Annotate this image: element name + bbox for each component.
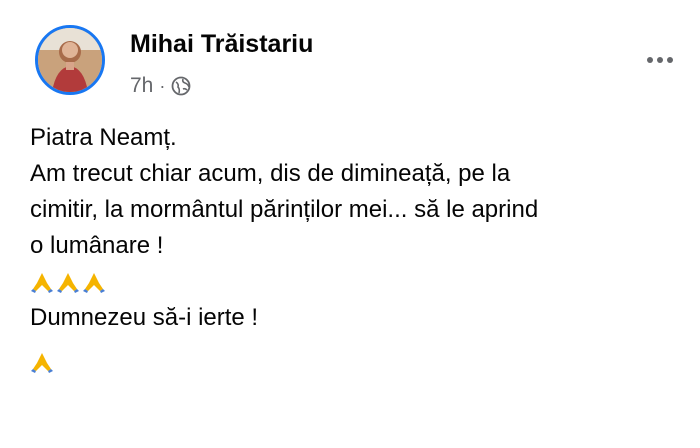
post-meta: 7h · [130,74,191,98]
post-time[interactable]: 7h [130,74,153,98]
post-line: Piatra Neamț. [30,124,177,151]
globe-icon[interactable] [171,76,191,96]
emoji-row [30,264,680,300]
emoji-row [30,344,680,380]
praying-hands-emoji [31,273,53,293]
meta-separator: · [159,75,166,96]
avatar-image [38,28,102,92]
post-line: Am trecut chiar acum, dis de dimineață, … [30,160,511,187]
praying-hands-emoji [83,273,105,293]
post-header: Mihai Trăistariu 7h · [30,24,680,104]
more-dot [647,57,653,63]
post-body: Piatra Neamț. Am trecut chiar acum, dis … [30,120,680,380]
post-line: cimitir, la mormântul părinților mei... … [30,196,539,223]
closing-line: Dumnezeu să-i ierte ! [30,304,259,331]
more-options-button[interactable] [640,50,680,70]
praying-hands-emoji [57,273,79,293]
praying-hands-emoji [31,353,53,373]
more-dot [667,57,673,63]
author-name[interactable]: Mihai Trăistariu [130,30,313,59]
author-avatar[interactable] [35,25,105,95]
post-line: o lumânare ! [30,232,164,259]
more-dot [657,57,663,63]
